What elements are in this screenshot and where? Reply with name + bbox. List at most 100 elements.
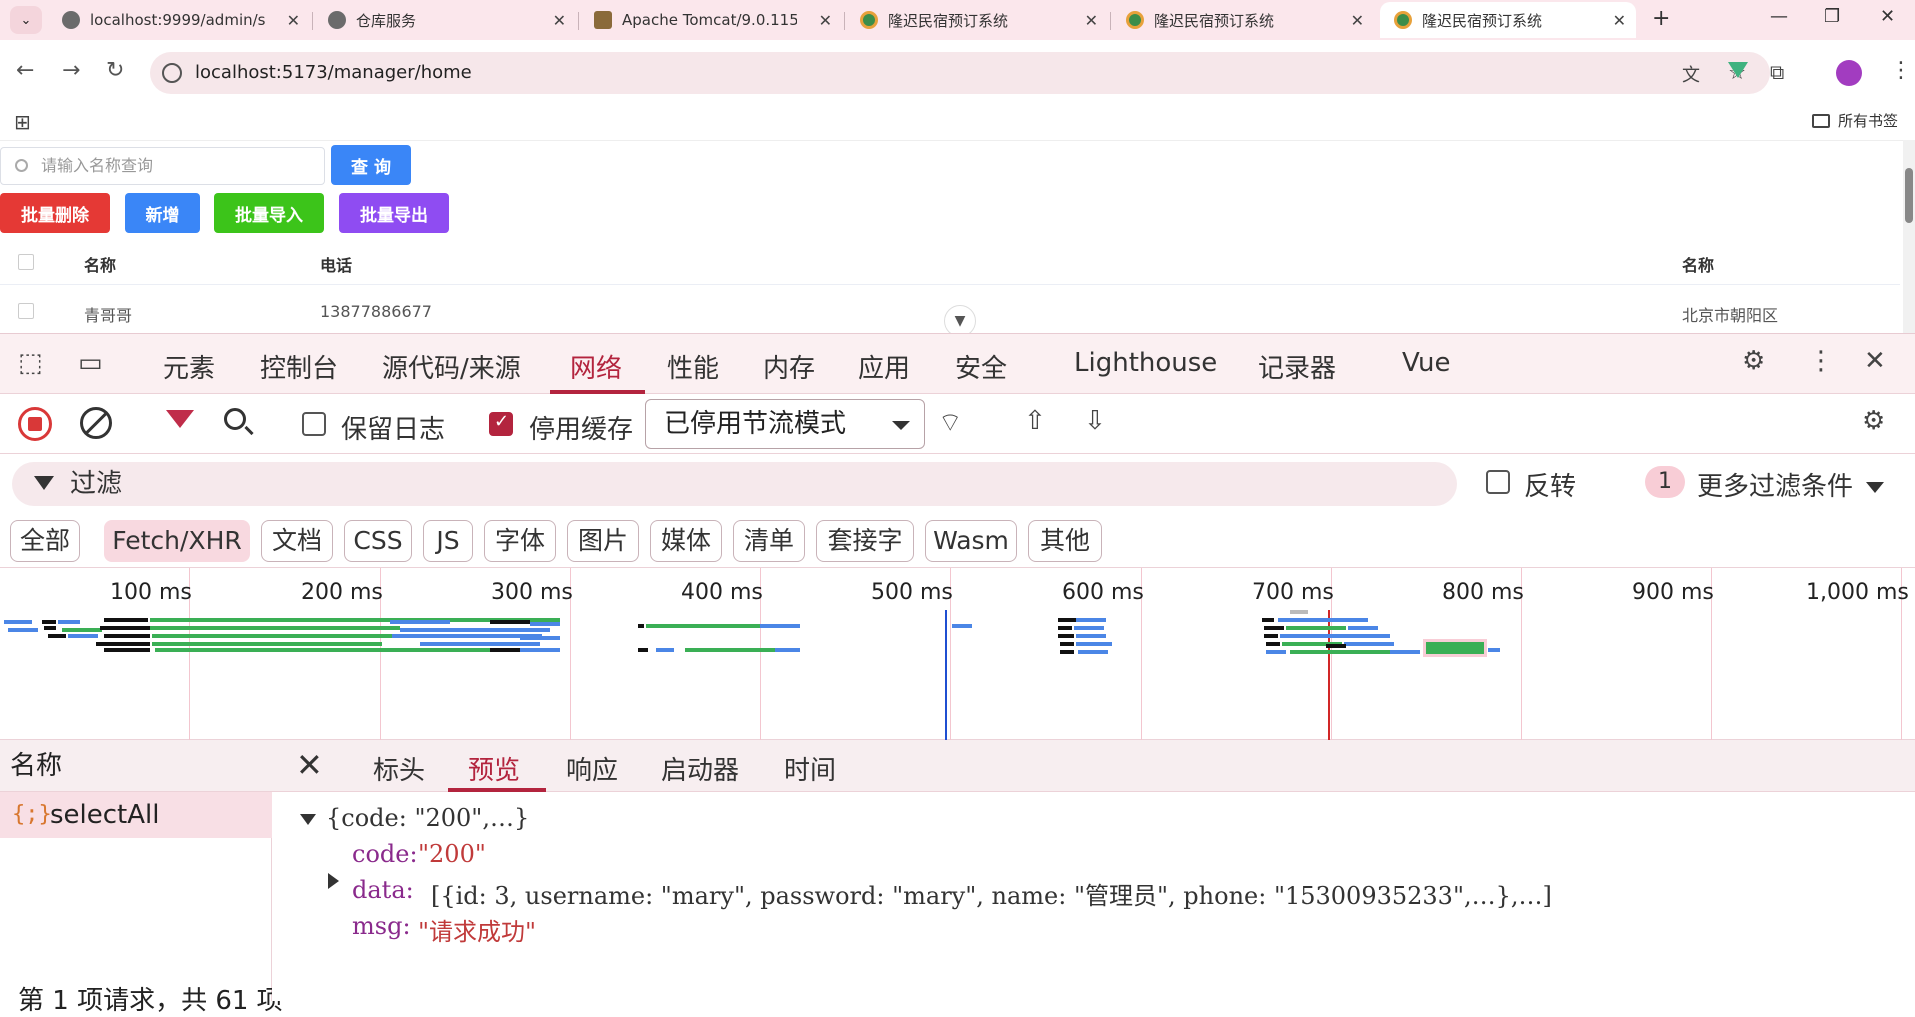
browser-tab[interactable]: Apache Tomcat/9.0.115 ✕	[580, 2, 842, 38]
back-arrow-icon[interactable]: ←	[16, 58, 34, 83]
browser-tab[interactable]: 隆迟民宿预订系统 ✕	[1112, 2, 1374, 38]
tab-sources[interactable]: 源代码/来源	[382, 348, 521, 385]
chip-doc[interactable]: 文档	[261, 520, 333, 562]
vue-devtools-extension-icon[interactable]	[1728, 62, 1748, 78]
new-tab-plus-icon[interactable]: +	[1652, 6, 1670, 31]
page-scrollbar[interactable]	[1903, 140, 1915, 333]
chip-font[interactable]: 字体	[484, 520, 556, 562]
row-checkbox[interactable]	[18, 303, 34, 319]
import-har-icon[interactable]: ⇧	[1024, 406, 1046, 436]
tab-application[interactable]: 应用	[858, 348, 910, 385]
network-overview-timeline[interactable]: 100 ms 200 ms 300 ms 400 ms 500 ms 600 m…	[0, 568, 1915, 740]
collapse-triangle-icon[interactable]	[328, 873, 339, 889]
request-row[interactable]: {;} selectAll	[0, 792, 272, 838]
filter-funnel-icon[interactable]	[166, 410, 194, 428]
preserve-log-checkbox[interactable]	[302, 412, 326, 436]
add-button[interactable]: 新增	[125, 193, 200, 233]
more-filters-button[interactable]: 更多过滤条件	[1697, 466, 1853, 503]
close-devtools-icon[interactable]: ✕	[1864, 346, 1886, 376]
window-close-icon[interactable]: ✕	[1880, 6, 1895, 27]
browser-menu-icon[interactable]: ⋮	[1890, 58, 1912, 83]
disable-cache-checkbox[interactable]	[489, 411, 513, 436]
inspect-element-icon[interactable]: ⬚	[18, 348, 43, 378]
address-bar[interactable]: localhost:5173/manager/home 文 ☆	[150, 52, 1770, 94]
tab-lighthouse[interactable]: Lighthouse	[1074, 348, 1217, 378]
tab-recorder[interactable]: 记录器	[1258, 348, 1336, 385]
browser-tab-active[interactable]: 隆迟民宿预订系统 ✕	[1380, 2, 1636, 38]
waterfall-bar	[104, 648, 150, 652]
json-key-data[interactable]: data:	[352, 876, 414, 904]
chip-media[interactable]: 媒体	[650, 520, 722, 562]
chip-other[interactable]: 其他	[1028, 520, 1102, 562]
request-list-header[interactable]: 名称	[0, 740, 272, 792]
translate-icon[interactable]: 文	[1682, 61, 1700, 87]
batch-import-button[interactable]: 批量导入	[214, 193, 324, 233]
expand-triangle-icon[interactable]	[300, 814, 316, 825]
close-icon[interactable]: ✕	[819, 11, 832, 30]
clear-icon[interactable]	[80, 407, 112, 439]
chip-css[interactable]: CSS	[344, 520, 412, 562]
tab-console[interactable]: 控制台	[260, 348, 338, 385]
profile-avatar[interactable]	[1836, 60, 1862, 86]
tab-timing[interactable]: 时间	[784, 750, 836, 787]
close-icon[interactable]: ✕	[287, 11, 300, 30]
restore-icon[interactable]: ❐	[1824, 6, 1840, 27]
tab-search-dropdown[interactable]: ⌄	[10, 6, 42, 34]
network-settings-gear-icon[interactable]: ⚙	[1862, 406, 1885, 436]
json-root[interactable]: {code: "200",…}	[326, 804, 529, 832]
tab-response[interactable]: 响应	[566, 750, 618, 787]
tab-vue[interactable]: Vue	[1402, 348, 1451, 378]
minimize-icon[interactable]: —	[1770, 6, 1788, 27]
device-toolbar-icon[interactable]: ▭	[78, 348, 103, 378]
apps-grid-icon[interactable]: ⊞	[14, 110, 31, 134]
tab-network[interactable]: 网络	[570, 348, 622, 385]
chip-img[interactable]: 图片	[567, 520, 639, 562]
tab-preview[interactable]: 预览	[468, 750, 520, 787]
browser-tab[interactable]: 隆迟民宿预订系统 ✕	[846, 2, 1108, 38]
extensions-puzzle-icon[interactable]: ⧉	[1770, 60, 1784, 84]
chip-all[interactable]: 全部	[10, 520, 80, 562]
batch-delete-button[interactable]: 批量删除	[0, 193, 110, 233]
name-search-input[interactable]: 请输入名称查询	[0, 147, 325, 185]
tab-performance[interactable]: 性能	[667, 348, 719, 385]
network-conditions-icon[interactable]: ⌔	[938, 406, 962, 439]
settings-gear-icon[interactable]: ⚙	[1742, 346, 1765, 376]
waterfall-bar	[646, 624, 760, 628]
tab-elements[interactable]: 元素	[163, 348, 215, 385]
close-icon[interactable]: ✕	[1085, 11, 1098, 30]
record-stop-icon[interactable]	[18, 407, 52, 441]
dropdown-caret-icon[interactable]	[1866, 482, 1884, 493]
json-value-data[interactable]: [{id: 3, username: "mary", password: "ma…	[431, 876, 1552, 911]
invert-checkbox[interactable]	[1486, 470, 1510, 494]
more-options-icon[interactable]: ⋮	[1808, 346, 1834, 376]
browser-tab[interactable]: localhost:9999/admin/se ✕	[48, 2, 310, 38]
search-icon[interactable]	[224, 408, 246, 430]
chip-socket[interactable]: 套接字	[816, 520, 914, 562]
export-har-icon[interactable]: ⇩	[1084, 406, 1106, 436]
select-all-checkbox[interactable]	[18, 254, 34, 270]
site-info-icon[interactable]	[162, 63, 182, 83]
tab-headers[interactable]: 标头	[373, 750, 425, 787]
chip-fetch-xhr[interactable]: Fetch/XHR	[104, 520, 250, 562]
house-icon	[860, 11, 878, 29]
query-button[interactable]: 查 询	[331, 145, 411, 185]
batch-export-button[interactable]: 批量导出	[339, 193, 449, 233]
throttling-select[interactable]: 已停用节流模式	[645, 399, 925, 449]
tab-initiator[interactable]: 启动器	[661, 750, 739, 787]
scrollbar-thumb[interactable]	[1905, 168, 1913, 223]
filter-input[interactable]: 过滤	[12, 462, 1457, 506]
close-icon[interactable]: ✕	[296, 746, 323, 784]
chip-wasm[interactable]: Wasm	[925, 520, 1017, 562]
reload-icon[interactable]: ↻	[106, 58, 124, 83]
close-icon[interactable]: ✕	[553, 11, 566, 30]
tab-memory[interactable]: 内存	[763, 348, 815, 385]
close-icon[interactable]: ✕	[1351, 11, 1364, 30]
chip-manifest[interactable]: 清单	[733, 520, 805, 562]
tab-security[interactable]: 安全	[955, 348, 1007, 385]
chip-js[interactable]: JS	[423, 520, 473, 562]
all-bookmarks-button[interactable]: 所有书签	[1812, 110, 1898, 131]
close-icon[interactable]: ✕	[1613, 11, 1626, 30]
waterfall-bar	[150, 626, 400, 630]
forward-arrow-icon[interactable]: →	[62, 58, 80, 83]
browser-tab[interactable]: 仓库服务 ✕	[314, 2, 576, 38]
